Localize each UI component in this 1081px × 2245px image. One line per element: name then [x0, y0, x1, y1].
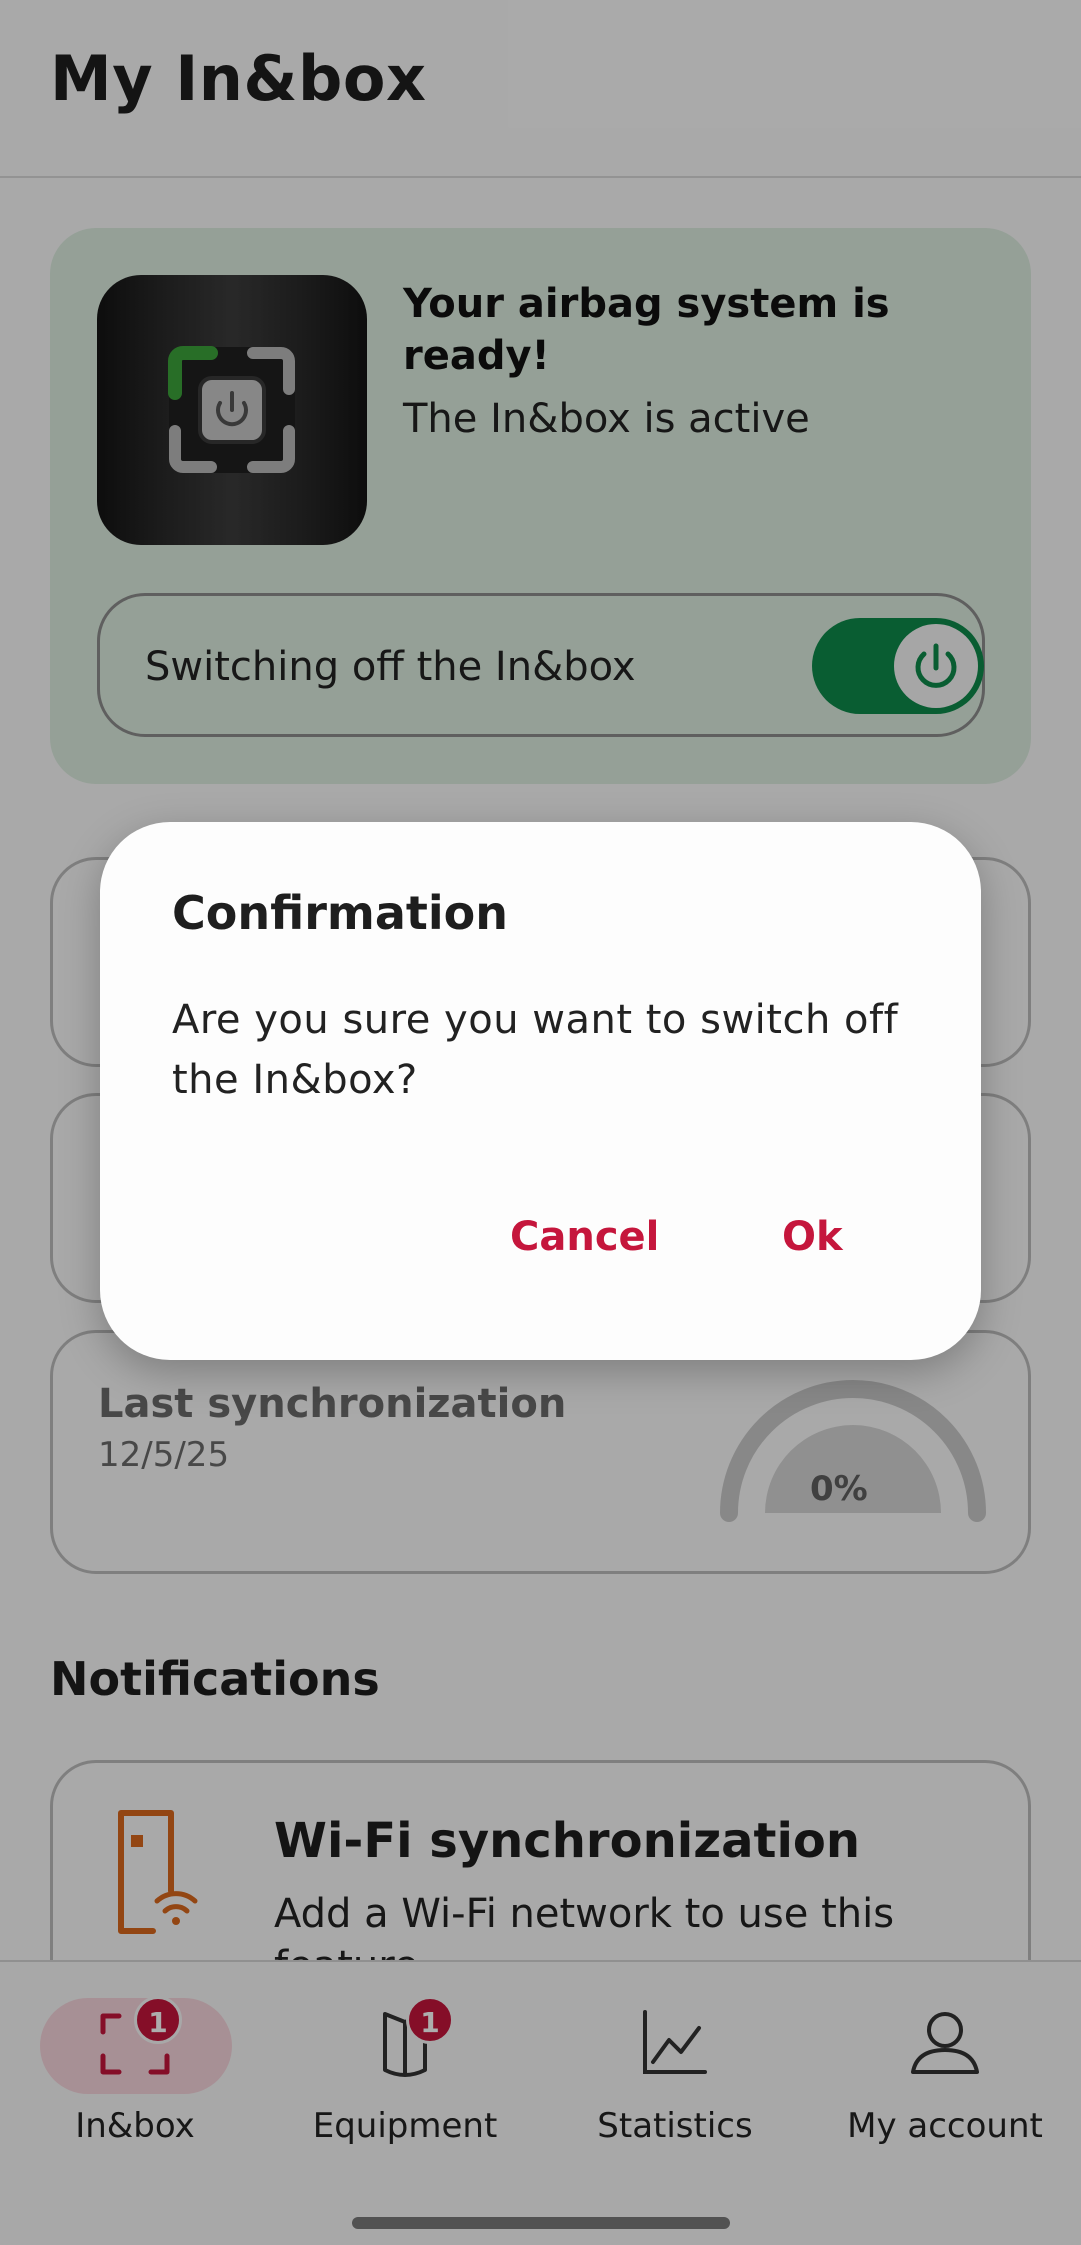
dialog-title: Confirmation	[172, 886, 508, 940]
ok-button[interactable]: Ok	[782, 1214, 843, 1260]
cancel-button[interactable]: Cancel	[510, 1214, 659, 1260]
confirmation-dialog: Confirmation Are you sure you want to sw…	[100, 822, 981, 1360]
dialog-message: Are you sure you want to switch off the …	[172, 997, 899, 1103]
app-screen: My In&box Your airbag system is ready! T…	[0, 0, 1081, 2245]
